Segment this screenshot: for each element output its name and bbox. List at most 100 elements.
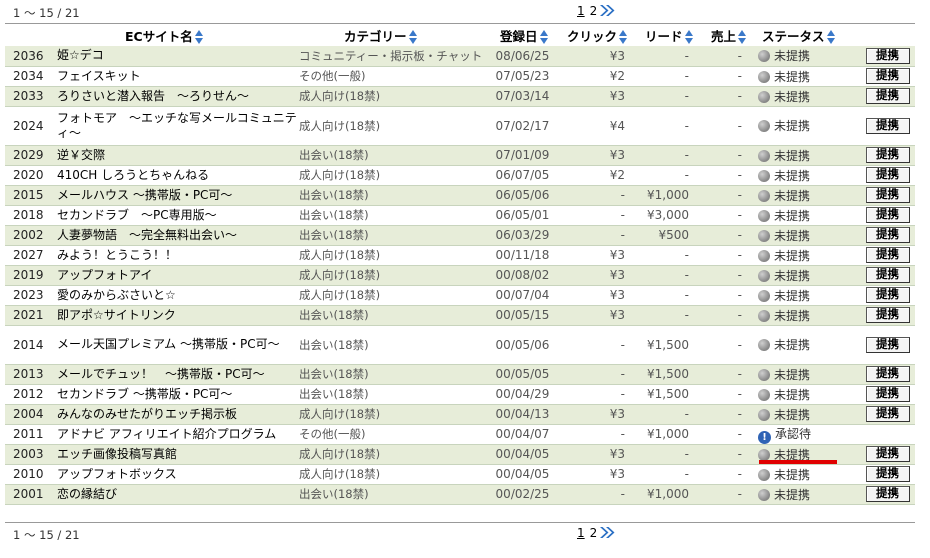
sort-icon[interactable] — [408, 29, 417, 44]
sort-icon[interactable] — [684, 29, 693, 44]
category: 成人向け(18禁) — [299, 444, 486, 465]
registered-date: 07/02/17 — [486, 106, 559, 146]
partner-button[interactable]: 提携 — [865, 187, 910, 203]
partner-button[interactable]: 提携 — [865, 88, 910, 104]
sales-rate: - — [699, 185, 752, 206]
header-status[interactable]: ステータス — [752, 24, 860, 46]
header-category[interactable]: カテゴリー — [299, 24, 486, 46]
table-row: 2027 みよう！とうこう！！ 成人向け(18禁) 00/11/18 ¥3- - 未提携 提携 — [5, 245, 915, 266]
highlight-underline — [759, 460, 837, 464]
partner-button[interactable]: 提携 — [865, 227, 910, 243]
partner-button[interactable]: 提携 — [865, 366, 910, 382]
partner-button[interactable]: 提携 — [865, 307, 910, 323]
header-date[interactable]: 登録日 — [486, 24, 559, 46]
lead-rate: - — [635, 305, 699, 326]
partner-button[interactable]: 提携 — [865, 386, 910, 402]
partner-button[interactable]: 提携 — [865, 247, 910, 263]
click-rate: - — [559, 325, 635, 365]
partner-button[interactable]: 提携 — [865, 207, 910, 223]
gray-dot-icon — [758, 70, 770, 83]
click-rate: - — [559, 364, 635, 385]
sort-icon[interactable] — [826, 29, 835, 44]
sort-icon[interactable] — [194, 29, 203, 44]
partner-button[interactable]: 提携 — [865, 267, 910, 283]
row-id: 2013 — [5, 364, 55, 385]
action-cell: 提携 — [860, 185, 915, 206]
click-rate: ¥3 — [559, 404, 635, 425]
header-sales[interactable]: 売上 — [699, 24, 752, 46]
page-link-1[interactable]: 1 — [577, 526, 585, 540]
status-label: 未提携 — [774, 338, 811, 352]
action-cell: 提携 — [860, 384, 915, 405]
click-rate: - — [559, 185, 635, 206]
partner-button[interactable]: 提携 — [865, 336, 910, 353]
registered-date: 00/05/05 — [486, 364, 559, 385]
partner-button[interactable]: 提携 — [865, 167, 910, 183]
category: 出会い(18禁) — [299, 145, 486, 166]
table-row: 2033 ろりさいと潜入報告 ～ろりせん～ 成人向け(18禁) 07/03/14 ¥3-… — [5, 86, 915, 107]
gray-dot-icon — [758, 209, 770, 222]
site-name: ろりさいと潜入報告 ～ろりせん～ — [55, 86, 299, 107]
category: 成人向け(18禁) — [299, 464, 486, 485]
sort-icon[interactable] — [619, 29, 628, 44]
partner-button[interactable]: 提携 — [865, 486, 910, 502]
sales-rate: - — [699, 464, 752, 485]
partner-button[interactable]: 提携 — [865, 287, 910, 303]
sales-rate: - — [699, 285, 752, 306]
page-link-2[interactable]: 2 — [590, 4, 598, 18]
double-chevron-right-icon[interactable] — [599, 4, 616, 20]
click-rate: - — [559, 205, 635, 226]
page-link-2[interactable]: 2 — [590, 526, 598, 540]
row-id: 2012 — [5, 384, 55, 405]
action-cell: 提携 — [860, 225, 915, 246]
sort-icon[interactable] — [539, 29, 548, 44]
action-cell: 提携 — [860, 66, 915, 87]
registered-date: 00/05/06 — [486, 325, 559, 365]
lead-rate: ¥1,500 — [635, 384, 699, 405]
row-id: 2023 — [5, 285, 55, 306]
lead-rate: - — [635, 464, 699, 485]
action-cell: 提携 — [860, 145, 915, 166]
table-row: 2012 セカンドラブ ～携帯版・PC可～ 出会い(18禁) 00/04/29- ¥1,… — [5, 384, 915, 405]
status-cell: 未提携 — [752, 265, 860, 286]
click-rate: ¥3 — [559, 464, 635, 485]
header-lead[interactable]: リード — [635, 24, 699, 46]
action-cell: 提携 — [860, 245, 915, 266]
status-label: 未提携 — [774, 248, 811, 263]
header-name[interactable]: ECサイト名 — [55, 24, 299, 46]
table-row: 2013 メールでチュッ！ ～携帯版・PC可～ 出会い(18禁) 00/05/05- ¥… — [5, 364, 915, 385]
partner-button[interactable]: 提携 — [865, 47, 910, 64]
partner-button[interactable]: 提携 — [865, 147, 910, 163]
status-cell: 未提携 — [752, 245, 860, 266]
partner-button[interactable]: 提携 — [865, 68, 910, 84]
gray-dot-icon — [758, 289, 770, 302]
row-id: 2020 — [5, 165, 55, 186]
double-chevron-right-icon[interactable] — [599, 526, 616, 542]
row-id: 2001 — [5, 484, 55, 505]
registered-date: 00/04/07 — [486, 424, 559, 445]
partner-button[interactable]: 提携 — [865, 446, 910, 462]
row-id: 2010 — [5, 464, 55, 485]
sales-rate: - — [699, 424, 752, 445]
sales-rate: - — [699, 305, 752, 326]
status-cell: 未提携 — [752, 225, 860, 246]
sales-rate: - — [699, 225, 752, 246]
row-id: 2011 — [5, 424, 55, 445]
partner-button[interactable]: 提携 — [865, 117, 910, 134]
gray-dot-icon — [758, 448, 770, 461]
table-row: 2020 410CH しろうとちゃんねる 成人向け(18禁) 06/07/05 ¥2- -… — [5, 165, 915, 186]
result-count: 1 ～ 15 / 21 — [13, 528, 80, 542]
page-link-1[interactable]: 1 — [577, 4, 585, 18]
sort-icon[interactable] — [738, 29, 747, 44]
click-rate: ¥2 — [559, 165, 635, 186]
gray-dot-icon — [758, 169, 770, 182]
alert-icon: ! — [758, 430, 771, 444]
header-click[interactable]: クリック — [559, 24, 635, 46]
gray-dot-icon — [758, 189, 770, 202]
partner-button[interactable]: 提携 — [865, 466, 910, 482]
partner-button[interactable]: 提携 — [865, 406, 910, 422]
click-rate: ¥3 — [559, 305, 635, 326]
action-cell: 提携 — [860, 305, 915, 326]
table-row: 2023 愛のみからぶさいと☆ 成人向け(18禁) 00/07/04 ¥3- - 未提携 提携 — [5, 285, 915, 306]
table-row: 2015 メールハウス ～携帯版・PC可～ 出会い(18禁) 06/05/06- ¥1,… — [5, 185, 915, 206]
